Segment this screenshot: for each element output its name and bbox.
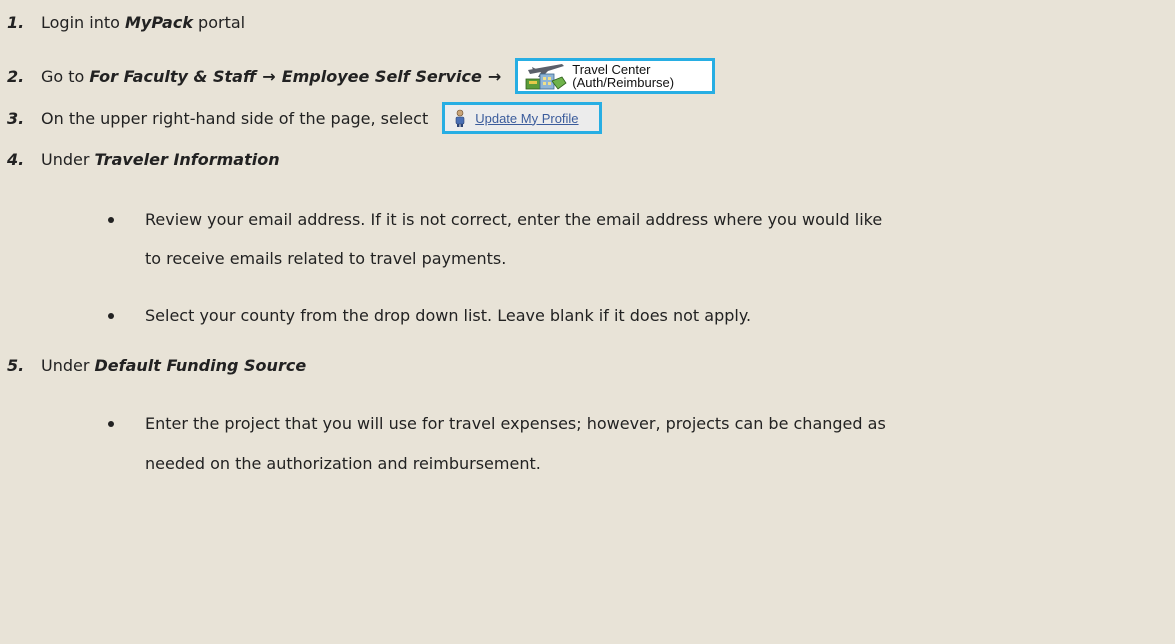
travel-center-button[interactable]: Travel Center (Auth/Reimburse) (515, 58, 716, 94)
step-1: 1. Login into MyPack portal (0, 13, 245, 32)
step-text: portal (192, 13, 246, 32)
step-text: Under (41, 356, 95, 375)
person-icon (455, 109, 465, 127)
travel-center-label: Travel Center (Auth/Reimburse) (572, 63, 674, 89)
step-5: 5. Under Default Funding Source (0, 356, 306, 375)
step-text: On the upper right-hand side of the page… (41, 108, 429, 128)
menu-path-employee-self-service: Employee Self Service (281, 66, 482, 86)
bullet-item: Select your county from the drop down li… (108, 306, 752, 325)
step-number: 1. (7, 13, 25, 32)
section-name-default-funding-source: Default Funding Source (94, 356, 307, 375)
bullet-text: Select your county from the drop down li… (145, 306, 752, 325)
bullet-text: needed on the authorization and reimburs… (145, 454, 541, 473)
bullet-item-continued: to receive emails related to travel paym… (145, 249, 506, 268)
step-2: 2. Go to For Faculty & Staff → Employee … (0, 58, 716, 94)
portal-name: MyPack (124, 13, 193, 32)
instructions-page: 1. Login into MyPack portal 2. Go to For… (0, 0, 1175, 644)
bullet-text: Enter the project that you will use for … (145, 414, 886, 433)
bullet-item: Enter the project that you will use for … (108, 414, 886, 433)
step-4: 4. Under Traveler Information (0, 150, 280, 169)
bullet-item: Review your email address. If it is not … (108, 210, 883, 229)
step-number: 2. (7, 66, 25, 86)
airplane-luggage-icon (525, 64, 567, 90)
update-my-profile-button[interactable]: Update My Profile (442, 102, 603, 134)
bullet-item-continued: needed on the authorization and reimburs… (145, 454, 541, 473)
section-name-traveler-information: Traveler Information (94, 150, 280, 169)
bullet-icon (108, 313, 114, 319)
bullet-icon (108, 421, 114, 427)
bullet-icon (108, 217, 114, 223)
step-number: 4. (7, 150, 25, 169)
step-text: Under (41, 150, 95, 169)
update-my-profile-link[interactable]: Update My Profile (475, 111, 578, 126)
step-text: Login into (41, 13, 125, 32)
bullet-text: to receive emails related to travel paym… (145, 249, 507, 268)
travel-center-subtitle: (Auth/Reimburse) (572, 75, 675, 90)
bullet-text: Review your email address. If it is not … (145, 210, 883, 229)
step-3: 3. On the upper right-hand side of the p… (0, 102, 603, 134)
menu-path-faculty-staff: For Faculty & Staff (89, 66, 257, 86)
arrow-right-icon: → (487, 66, 502, 86)
step-number: 5. (7, 356, 25, 375)
step-text: Go to (41, 66, 90, 86)
step-number: 3. (7, 108, 25, 128)
arrow-right-icon: → (262, 66, 276, 86)
